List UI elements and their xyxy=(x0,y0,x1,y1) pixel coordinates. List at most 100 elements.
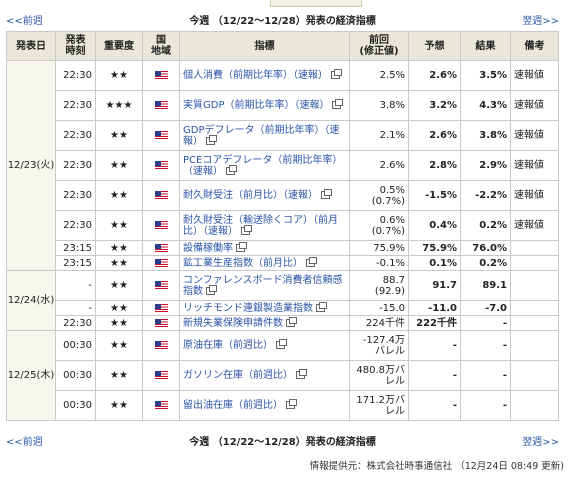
indicator-cell: 鉱工業生産指数（前月比） xyxy=(179,255,350,271)
importance-stars: ★★ xyxy=(95,330,143,361)
indicator-link[interactable]: リッチモンド連銀製造業指数 xyxy=(183,303,313,314)
forecast-value: 2.6% xyxy=(408,60,461,91)
week-title-bottom: 今週 （12/22～12/28）発表の経済指標 xyxy=(189,437,376,448)
external-window-icon[interactable] xyxy=(236,241,247,252)
release-time: 23:15 xyxy=(55,240,96,256)
indicator-link[interactable]: 耐久財受注（輸送除くコア）（前月比）（速報） xyxy=(183,215,338,237)
result-value: 3.8% xyxy=(460,120,511,151)
region-cell xyxy=(142,270,180,301)
release-time: 00:30 xyxy=(55,330,96,361)
external-window-icon[interactable] xyxy=(276,339,287,349)
previous-value: -127.4万バレル xyxy=(349,330,409,361)
previous-value: 0.5% (0.7%) xyxy=(349,180,409,211)
release-time: - xyxy=(55,270,96,301)
region-cell xyxy=(142,120,180,151)
external-window-icon[interactable] xyxy=(226,164,237,175)
external-window-icon[interactable] xyxy=(332,99,344,109)
region-cell xyxy=(142,60,180,91)
table-row: 22:30 ★★★ 実質GDP（前期比年率）（速報） 3.8% 3.2% 4.3% 速報値 xyxy=(7,90,559,121)
us-flag-icon xyxy=(154,191,168,199)
result-value: 2.9% xyxy=(460,150,511,181)
us-flag-icon xyxy=(154,281,168,289)
table-row: - ★★ リッチモンド連銀製造業指数 -15.0 -11.0 -7.0 xyxy=(7,300,559,316)
indicator-link[interactable]: PCEコアデフレータ（前期比年率）（速報） xyxy=(183,155,342,177)
indicator-link[interactable]: 設備稼働率 xyxy=(183,243,233,254)
region-cell xyxy=(142,180,180,211)
next-week-link-bottom[interactable]: 翌週>> xyxy=(522,433,559,448)
result-value: 0.2% xyxy=(460,255,511,271)
external-window-icon[interactable] xyxy=(296,369,307,379)
table-row: 23:15 ★★ 鉱工業生産指数（前月比） -0.1% 0.1% 0.2% xyxy=(7,255,559,271)
table-row: 22:30 ★★ 新規失業保険申請件数 224千件 222千件 - xyxy=(7,315,559,331)
importance-stars: ★★★ xyxy=(95,90,143,121)
indicator-link[interactable]: 新規失業保険申請件数 xyxy=(183,318,283,329)
note-value: 速報値 xyxy=(510,180,559,211)
importance-stars: ★★ xyxy=(95,255,143,271)
previous-value: 3.8% xyxy=(349,90,409,121)
header-previous: 前回 (修正値) xyxy=(349,31,409,61)
note-value xyxy=(510,315,559,331)
table-row: 22:30 ★★ 耐久財受注（前月比）（速報） 0.5% (0.7%) -1.5% -2.2… xyxy=(7,180,559,211)
us-flag-icon xyxy=(154,401,168,409)
release-date: 12/24(水) xyxy=(6,270,56,331)
result-value: - xyxy=(460,360,511,391)
us-flag-icon xyxy=(154,303,168,312)
us-flag-icon xyxy=(154,221,168,229)
importance-stars: ★★ xyxy=(95,315,143,331)
us-flag-icon xyxy=(154,371,168,379)
table-row: 22:30 ★★ PCEコアデフレータ（前期比年率）（速報） 2.6% 2.8% 2.9%… xyxy=(7,150,559,181)
external-window-icon[interactable] xyxy=(331,69,342,79)
header-result: 結果 xyxy=(460,31,511,61)
external-window-icon[interactable] xyxy=(321,189,332,199)
header-importance: 重要度 xyxy=(95,31,143,61)
header-tab-stub xyxy=(270,0,362,7)
forecast-value: - xyxy=(408,360,461,391)
header-note: 備考 xyxy=(510,31,559,61)
release-date: 12/25(木) xyxy=(6,330,56,421)
indicator-link[interactable]: 原油在庫（前週比） xyxy=(183,340,273,351)
release-time: 00:30 xyxy=(55,390,96,421)
region-cell xyxy=(142,240,180,256)
previous-value: 2.5% xyxy=(349,60,409,91)
indicator-cell: PCEコアデフレータ（前期比年率）（速報） xyxy=(179,150,350,181)
indicator-link[interactable]: 留出油在庫（前週比） xyxy=(183,400,283,411)
indicator-link[interactable]: 実質GDP（前期比年率）（速報） xyxy=(183,100,329,111)
table-header-row: 発表日 発表 時刻 重要度 国地域 指標 前回 (修正値) 予想 結果 備考 xyxy=(6,31,559,61)
release-date: 12/23(火) xyxy=(6,60,56,271)
external-window-icon[interactable] xyxy=(306,256,317,267)
release-time: 22:30 xyxy=(55,90,96,121)
week-title: 今週 （12/22～12/28）発表の経済指標 xyxy=(189,16,376,27)
header-date: 発表日 xyxy=(6,31,56,61)
indicator-link[interactable]: ガソリン在庫（前週比） xyxy=(183,370,293,381)
previous-value: -15.0 xyxy=(349,300,409,316)
table-row: 00:30 ★★ ガソリン在庫（前週比） 480.8万バレル - - xyxy=(7,360,559,391)
importance-stars: ★★ xyxy=(95,300,143,316)
note-value: 速報値 xyxy=(510,90,559,121)
external-window-icon[interactable] xyxy=(316,301,327,312)
previous-value: 480.8万バレル xyxy=(349,360,409,391)
us-flag-icon xyxy=(154,318,168,327)
forecast-value: 75.9% xyxy=(408,240,461,256)
forecast-value: 2.8% xyxy=(408,150,461,181)
external-window-icon[interactable] xyxy=(286,399,297,409)
previous-value: 2.1% xyxy=(349,120,409,151)
forecast-value: -1.5% xyxy=(408,180,461,211)
indicator-link[interactable]: 耐久財受注（前月比）（速報） xyxy=(183,190,318,201)
external-window-icon[interactable] xyxy=(206,284,217,295)
release-time: 00:30 xyxy=(55,360,96,391)
table-row: 22:30 ★★ 耐久財受注（輸送除くコア）（前月比）（速報） 0.6% (0.7%) 0… xyxy=(7,210,559,241)
external-window-icon[interactable] xyxy=(241,224,252,235)
table-row: 00:30 ★★ 留出油在庫（前週比） 171.2万バレル - - xyxy=(7,390,559,421)
indicator-link[interactable]: 個人消費（前期比年率）（速報） xyxy=(183,70,328,81)
importance-stars: ★★ xyxy=(95,360,143,391)
next-week-link[interactable]: 翌週>> xyxy=(522,12,559,27)
forecast-value: 0.1% xyxy=(408,255,461,271)
table-body: 12/23(火) 22:30 ★★ 個人消費（前期比年率）（速報） 2.5% 2.6% 3.… xyxy=(6,60,559,421)
importance-stars: ★★ xyxy=(95,180,143,211)
indicator-link[interactable]: 鉱工業生産指数（前月比） xyxy=(183,258,303,269)
region-cell xyxy=(142,150,180,181)
us-flag-icon xyxy=(154,101,168,109)
external-window-icon[interactable] xyxy=(206,134,217,145)
note-value: 速報値 xyxy=(510,150,559,181)
external-window-icon[interactable] xyxy=(286,316,297,327)
